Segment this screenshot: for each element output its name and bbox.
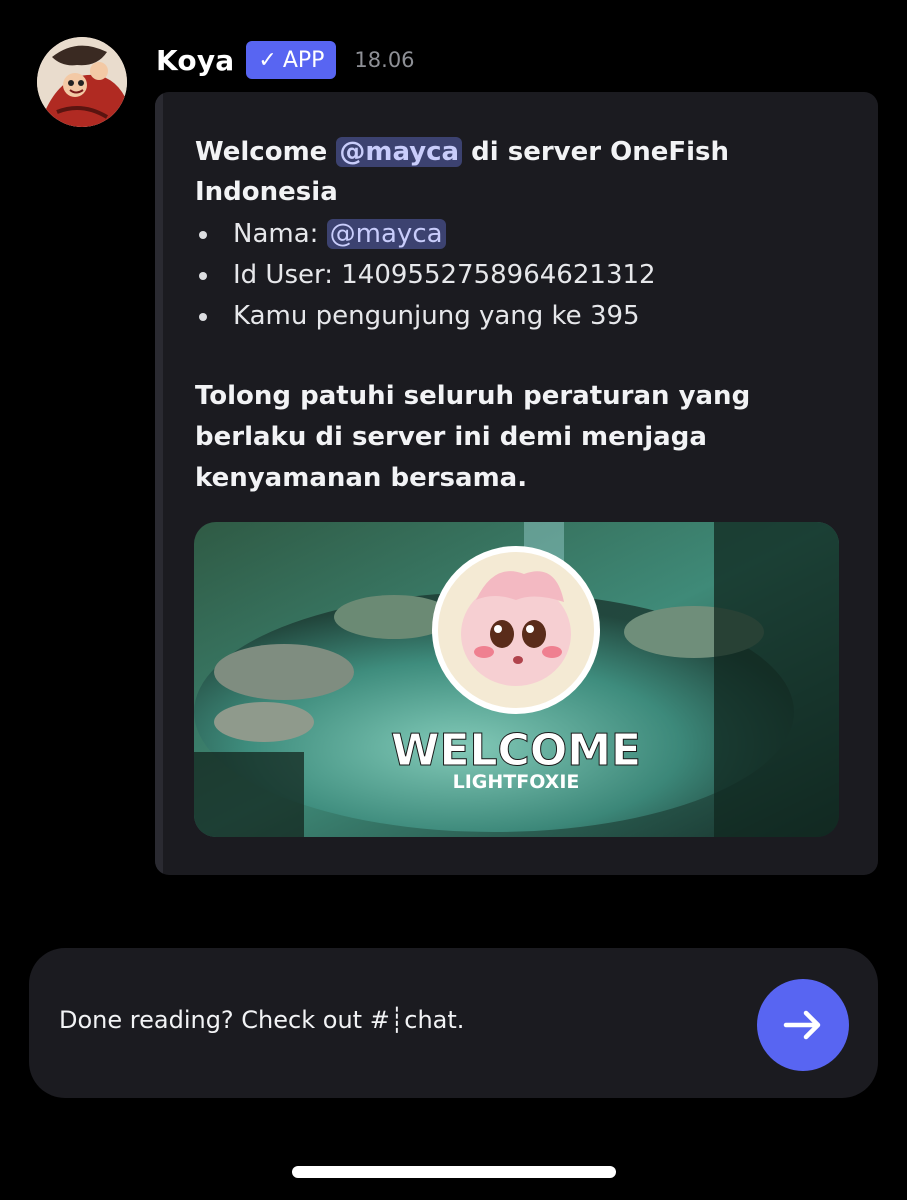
channel-prompt-bar[interactable]: Done reading? Check out #┊chat. <box>29 948 878 1098</box>
welcome-banner-image[interactable]: WELCOME LIGHTFOXIE <box>194 522 839 837</box>
user-info-list: Nama: @mayca Id User: 140955275896462131… <box>195 214 855 337</box>
list-item: Nama: @mayca <box>195 214 855 255</box>
embed-accent-bar <box>155 92 163 875</box>
user-id-text: Id User: 1409552758964621312 <box>233 260 656 290</box>
embed-title-prefix: Welcome <box>195 137 337 167</box>
list-item: Kamu pengunjung yang ke 395 <box>195 296 855 337</box>
user-mention[interactable]: @mayca <box>326 219 446 249</box>
banner-username-text: LIGHTFOXIE <box>453 771 580 793</box>
banner-welcome-text: WELCOME <box>391 725 641 776</box>
list-item: Id User: 1409552758964621312 <box>195 255 855 296</box>
user-mention[interactable]: @mayca <box>336 137 463 167</box>
name-label: Nama: <box>233 219 327 249</box>
welcome-banner-graphic: WELCOME LIGHTFOXIE <box>194 522 839 837</box>
app-badge: ✓ APP <box>246 41 337 79</box>
home-indicator[interactable] <box>292 1166 616 1178</box>
anime-character-avatar-icon <box>37 37 127 127</box>
arrow-right-icon <box>783 1010 821 1040</box>
channel-prompt-text: Done reading? Check out #┊chat. <box>59 1006 465 1034</box>
embed-title: Welcome @mayca di server OneFish Indones… <box>195 132 855 212</box>
discord-message-screen: Koya ✓ APP 18.06 Welcome @mayca di serve… <box>0 0 907 1200</box>
app-badge-label: APP <box>282 47 325 73</box>
author-avatar[interactable] <box>37 37 127 127</box>
message-header: Koya ✓ APP 18.06 <box>156 38 415 82</box>
welcome-embed: Welcome @mayca di server OneFish Indones… <box>155 92 878 875</box>
author-name[interactable]: Koya <box>156 44 234 77</box>
visitor-count-text: Kamu pengunjung yang ke 395 <box>233 301 640 331</box>
message-timestamp: 18.06 <box>354 48 415 72</box>
check-icon: ✓ <box>258 47 277 73</box>
go-to-channel-button[interactable] <box>757 979 849 1071</box>
rules-text: Tolong patuhi seluruh peraturan yang ber… <box>195 381 751 493</box>
